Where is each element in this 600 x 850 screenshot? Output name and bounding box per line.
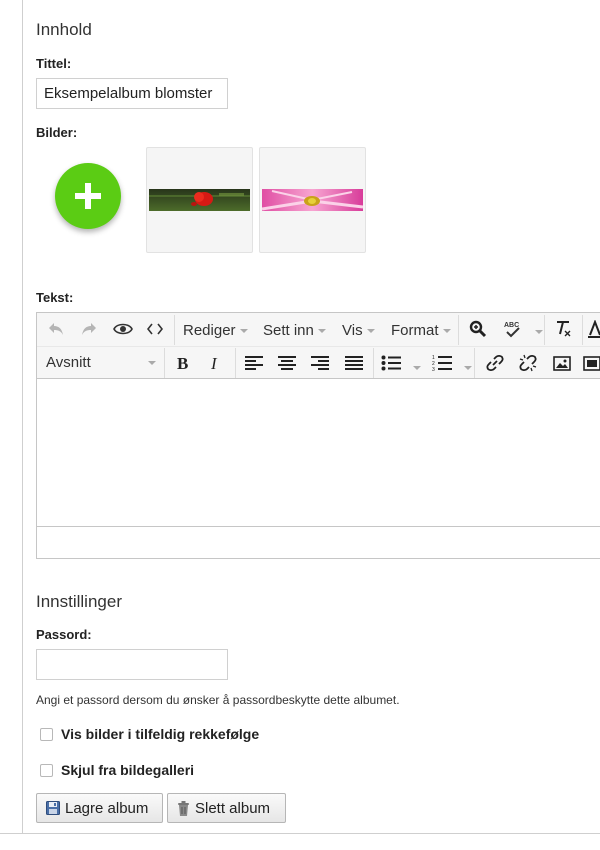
- hide-from-gallery-checkbox[interactable]: [40, 763, 53, 777]
- text-label: Tekst:: [36, 290, 74, 305]
- menu-insert[interactable]: Sett inn: [263, 322, 326, 339]
- editor-statusbar: [37, 526, 600, 559]
- svg-text:B: B: [177, 355, 188, 371]
- chevron-down-icon: [366, 328, 375, 333]
- toolbar-separator: [474, 348, 475, 378]
- align-left-icon[interactable]: [241, 351, 267, 375]
- menu-insert-label: Sett inn: [263, 322, 314, 339]
- content-heading: Innhold: [36, 20, 92, 39]
- rich-text-editor: Rediger Sett inn Vis Format ABC Avsnitt …: [36, 312, 600, 559]
- chevron-down-icon: [239, 328, 248, 333]
- chevron-down-icon: [442, 328, 451, 333]
- insert-media-icon[interactable]: [583, 351, 600, 375]
- toolbar-separator: [373, 348, 374, 378]
- chevron-down-icon[interactable]: [464, 366, 472, 370]
- insert-image-icon[interactable]: [550, 351, 574, 375]
- settings-heading: Innstillinger: [36, 592, 122, 611]
- password-label: Passord:: [36, 627, 92, 642]
- preview-eye-icon[interactable]: [111, 318, 135, 340]
- bold-icon[interactable]: B: [171, 351, 195, 375]
- menu-view-label: Vis: [342, 322, 363, 339]
- hide-from-gallery-label: Skjul fra bildegalleri: [61, 762, 195, 778]
- chevron-down-icon: [317, 328, 326, 333]
- clear-formatting-icon[interactable]: [551, 318, 575, 340]
- font-color-icon[interactable]: [588, 318, 600, 340]
- search-replace-icon[interactable]: [466, 318, 490, 340]
- undo-icon[interactable]: [45, 318, 67, 340]
- menu-view[interactable]: Vis: [342, 322, 375, 339]
- toolbar-separator: [544, 315, 545, 345]
- align-center-icon[interactable]: [274, 351, 300, 375]
- random-order-checkbox[interactable]: [40, 727, 53, 741]
- block-format-select[interactable]: Avsnitt: [46, 354, 156, 371]
- menu-edit-label: Rediger: [183, 322, 236, 339]
- chevron-down-icon[interactable]: [413, 366, 421, 370]
- spellcheck-icon[interactable]: ABC: [499, 317, 527, 341]
- svg-text:I: I: [210, 355, 218, 371]
- svg-text:3: 3: [432, 367, 435, 372]
- red-poppy-photo: [149, 189, 250, 211]
- random-order-label: Vis bilder i tilfeldig rekkefølge: [61, 726, 260, 742]
- images-label: Bilder:: [36, 125, 78, 140]
- add-image-button[interactable]: [55, 163, 121, 229]
- password-input[interactable]: [36, 649, 228, 680]
- bullet-list-icon[interactable]: [378, 351, 404, 375]
- random-order-option[interactable]: Vis bilder i tilfeldig rekkefølge: [40, 726, 259, 742]
- toolbar-separator: [235, 348, 236, 378]
- align-right-icon[interactable]: [307, 351, 333, 375]
- numbered-list-icon[interactable]: 123: [429, 351, 455, 375]
- menu-format-label: Format: [391, 322, 439, 339]
- editor-content-area[interactable]: [37, 380, 600, 527]
- password-help-text: Angi et passord dersom du ønsker å passo…: [36, 693, 400, 707]
- image-thumbnail[interactable]: [259, 147, 366, 253]
- pink-daisy-photo: [262, 189, 363, 211]
- title-input[interactable]: [36, 78, 228, 109]
- hide-from-gallery-option[interactable]: Skjul fra bildegalleri: [40, 762, 194, 778]
- unlink-icon[interactable]: [516, 351, 540, 375]
- floppy-disk-icon: [46, 801, 60, 815]
- delete-album-button[interactable]: Slett album: [167, 793, 286, 823]
- italic-icon[interactable]: I: [204, 351, 228, 375]
- align-justify-icon[interactable]: [341, 351, 367, 375]
- source-code-icon[interactable]: [144, 318, 166, 340]
- svg-text:ABC: ABC: [504, 322, 519, 329]
- toolbar-separator: [458, 315, 459, 345]
- trash-can-icon: [177, 800, 190, 816]
- editor-toolbar: Rediger Sett inn Vis Format ABC Avsnitt …: [37, 313, 600, 379]
- toolbar-separator: [164, 348, 165, 378]
- toolbar-row-divider: [37, 346, 600, 347]
- toolbar-separator: [582, 315, 583, 345]
- menu-format[interactable]: Format: [391, 322, 451, 339]
- toolbar-separator: [174, 315, 175, 345]
- chevron-down-icon: [148, 361, 156, 365]
- link-icon[interactable]: [483, 351, 507, 375]
- save-album-button[interactable]: Lagre album: [36, 793, 163, 823]
- save-album-label: Lagre album: [65, 799, 149, 817]
- image-thumbnail[interactable]: [146, 147, 253, 253]
- plus-icon: [75, 183, 101, 209]
- chevron-down-icon[interactable]: [535, 330, 543, 334]
- redo-icon[interactable]: [78, 318, 100, 340]
- title-label: Tittel:: [36, 56, 72, 71]
- bottom-divider: [0, 833, 600, 834]
- delete-album-label: Slett album: [195, 799, 271, 817]
- block-format-label: Avsnitt: [46, 354, 91, 371]
- left-divider: [22, 0, 23, 834]
- menu-edit[interactable]: Rediger: [183, 322, 248, 339]
